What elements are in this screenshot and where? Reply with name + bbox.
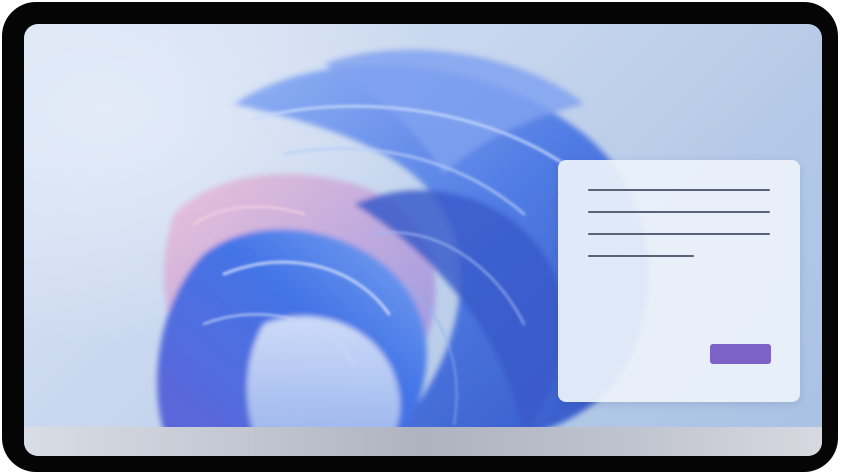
placeholder-text-line <box>588 211 770 213</box>
desktop-screen <box>24 24 822 456</box>
placeholder-text-line <box>588 255 694 257</box>
dialog-card <box>558 160 800 402</box>
dialog-action-button[interactable] <box>710 344 771 364</box>
placeholder-text-line <box>588 189 770 191</box>
device-frame <box>2 2 838 472</box>
taskbar <box>24 427 822 456</box>
placeholder-text-line <box>588 233 770 235</box>
